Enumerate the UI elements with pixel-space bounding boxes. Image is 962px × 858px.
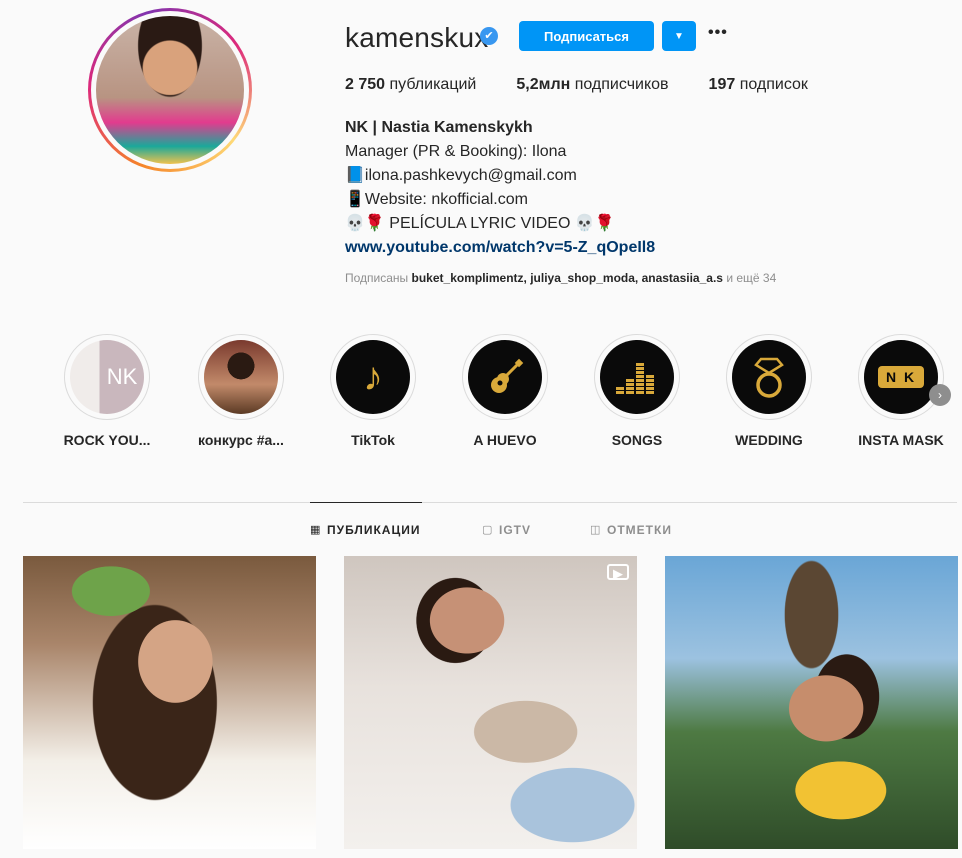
posts-count-label: публикаций (389, 76, 477, 93)
highlight-ring: ♪ (330, 334, 416, 420)
highlight-label: A HUEVO (473, 432, 537, 448)
avatar (96, 16, 244, 164)
tab-igtv-label: IGTV (499, 523, 532, 537)
ring-icon-shape (754, 357, 784, 398)
followers-count-value: 5,2млн (516, 76, 571, 93)
equalizer-icon-shape (616, 363, 654, 394)
followed-by-suffix: и ещё 34 (726, 271, 777, 285)
followed-by-prefix: Подписаны (345, 271, 409, 285)
highlight-item[interactable]: конкурс #a... (186, 334, 296, 448)
highlight-item[interactable]: ♪ TikTok (318, 334, 428, 448)
highlight-ring (726, 334, 812, 420)
tiktok-icon: ♪ (336, 340, 410, 414)
highlight-label: INSTA MASK (858, 432, 944, 448)
verified-badge-icon: ✔ (480, 27, 498, 45)
username: kamenskux (345, 22, 489, 53)
tabs-divider (23, 502, 957, 503)
follow-button[interactable]: Подписаться (519, 21, 654, 51)
following-count[interactable]: 197 подписок (709, 76, 808, 94)
guitar-icon (468, 340, 542, 414)
bio-external-link[interactable]: www.youtube.com/watch?v=5-Z_qOpeIl8 (345, 236, 905, 260)
highlight-item[interactable]: WEDDING (714, 334, 824, 448)
following-count-value: 197 (708, 76, 736, 93)
profile-avatar-ring[interactable] (88, 8, 252, 172)
highlight-label: SONGS (611, 432, 663, 448)
tab-tagged-label: ОТМЕТКИ (607, 523, 672, 537)
highlight-label: WEDDING (735, 432, 803, 448)
following-count-label: подписок (739, 76, 808, 93)
profile-stats: 2 750 публикаций 5,2млн подписчиков 197 … (345, 76, 848, 94)
photo-thumbnail (204, 340, 278, 414)
next-highlights-icon[interactable]: › (929, 384, 951, 406)
nk-mask-icon: N K (864, 340, 938, 414)
grid-icon: ▦ (310, 523, 322, 536)
igtv-icon: ▢ (482, 523, 494, 536)
tab-posts-label: ПУБЛИКАЦИИ (327, 523, 421, 537)
nk-logo-icon: NK (70, 340, 144, 414)
highlight-label: конкурс #a... (198, 432, 284, 448)
highlight-ring: NK (64, 334, 150, 420)
highlight-ring (198, 334, 284, 420)
followers-count-label: подписчиков (574, 76, 669, 93)
highlight-item[interactable]: NK ROCK YOU... (52, 334, 162, 448)
followed-by[interactable]: Подписаны buket_komplimentz, juliya_shop… (345, 271, 776, 285)
highlight-ring (462, 334, 548, 420)
highlight-ring (594, 334, 680, 420)
highlight-item[interactable]: SONGS (582, 334, 692, 448)
tab-posts[interactable]: ▦ ПУБЛИКАЦИИ (310, 523, 420, 537)
more-options-icon[interactable]: ••• (708, 24, 734, 46)
story-highlights: NK ROCK YOU... конкурс #a... ♪ TikTok A … (0, 334, 962, 454)
tiktok-glyph: ♪ (363, 354, 383, 399)
highlight-label: TikTok (351, 432, 395, 448)
bio-line-manager: Manager (PR & Booking): Ilona (345, 143, 567, 160)
bio-line-video: 💀🌹 PELÍCULA LYRIC VIDEO 💀🌹 (345, 215, 615, 232)
tab-tagged[interactable]: ◫ ОТМЕТКИ (590, 523, 672, 537)
bio-line-website: 📱Website: nkofficial.com (345, 191, 528, 208)
post-thumbnail[interactable] (665, 556, 958, 849)
highlight-ring: N K (858, 334, 944, 420)
equalizer-icon (600, 340, 674, 414)
highlight-item[interactable]: A HUEVO (450, 334, 560, 448)
nk-mask-text: N K (877, 366, 925, 388)
avatar-frame (91, 11, 249, 169)
bio-line-email: 📘ilona.pashkevych@gmail.com (345, 167, 577, 184)
nk-logo-text: NK (106, 364, 138, 389)
tab-igtv[interactable]: ▢ IGTV (482, 523, 531, 537)
guitar-icon-shape (491, 358, 524, 393)
highlight-label: ROCK YOU... (63, 432, 151, 448)
video-icon: ▶ (607, 564, 629, 581)
post-thumbnail[interactable] (23, 556, 316, 849)
ring-icon (732, 340, 806, 414)
posts-count: 2 750 публикаций (345, 76, 476, 94)
posts-count-value: 2 750 (345, 76, 386, 93)
active-tab-indicator (310, 502, 422, 503)
followed-by-names: buket_komplimentz, juliya_shop_moda, ana… (411, 271, 723, 285)
full-name: NK | Nastia Kamenskykh (345, 119, 533, 136)
tagged-icon: ◫ (590, 523, 602, 536)
followers-count[interactable]: 5,2млн подписчиков (516, 76, 668, 94)
post-thumbnail[interactable]: ▶ (344, 556, 637, 849)
suggestions-dropdown-button[interactable]: ▼ (662, 21, 696, 51)
profile-bio: NK | Nastia Kamenskykh Manager (PR & Boo… (345, 116, 905, 260)
